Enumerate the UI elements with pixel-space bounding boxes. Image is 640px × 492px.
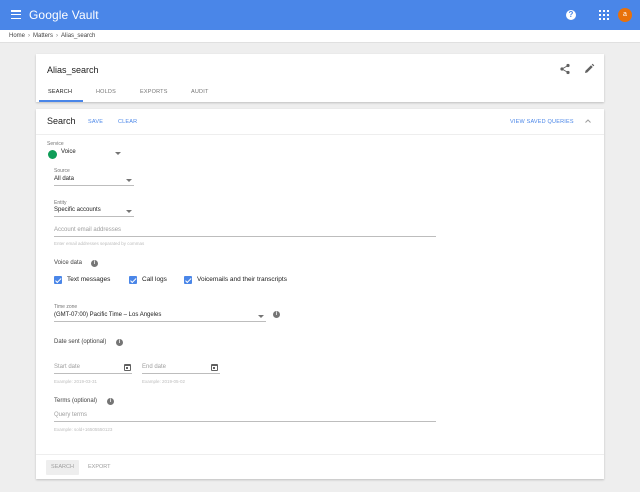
search-card: Search SAVE CLEAR VIEW SAVED QUERIES Ser… — [36, 109, 604, 479]
start-date-hint: Example: 2019-03-31 — [54, 379, 98, 384]
service-select[interactable]: Voice — [61, 149, 123, 159]
calendar-icon[interactable] — [211, 364, 218, 371]
query-terms-hint: Example: sold+16505550123 — [54, 427, 113, 432]
account-email-hint: Enter email addresses separated by comma… — [54, 241, 145, 246]
terms-label: Terms (optional) — [54, 398, 98, 404]
account-email-input[interactable]: Account email addresses — [54, 227, 436, 237]
end-date-hint: Example: 2019-05-02 — [142, 379, 186, 384]
active-tab-indicator — [39, 100, 83, 102]
dropdown-caret-icon — [115, 152, 121, 155]
top-app-bar: Google Vault ? a — [0, 0, 640, 30]
breadcrumb-home[interactable]: Home — [9, 33, 25, 39]
time-zone-label: Time zone — [54, 304, 78, 310]
tab-exports[interactable]: EXPORTS — [140, 89, 168, 95]
service-value: Voice — [61, 149, 76, 155]
tab-holds[interactable]: HOLDS — [96, 89, 116, 95]
text-messages-label[interactable]: Text messages — [67, 276, 110, 283]
matter-card: Alias_search SEARCH HOLDS EXPORTS AUDIT — [36, 54, 604, 102]
start-date-input[interactable]: Start date — [54, 364, 132, 374]
matter-title: Alias_search — [47, 65, 99, 75]
service-label: Service — [47, 141, 64, 147]
phone-icon — [48, 150, 57, 159]
info-icon[interactable]: i — [91, 260, 98, 267]
source-select[interactable]: All data — [54, 176, 134, 186]
end-date-input[interactable]: End date — [142, 364, 220, 374]
call-logs-label[interactable]: Call logs — [142, 276, 167, 283]
menu-icon[interactable] — [11, 10, 21, 20]
voicemails-label[interactable]: Voicemails and their transcripts — [197, 276, 287, 283]
voice-data-label: Voice data — [54, 260, 83, 266]
info-icon[interactable]: i — [116, 339, 123, 346]
date-sent-label: Date sent (optional) — [54, 339, 107, 345]
search-header: Search SAVE CLEAR VIEW SAVED QUERIES — [36, 109, 604, 135]
search-button[interactable]: SEARCH — [46, 460, 79, 475]
time-zone-select[interactable]: (GMT-07:00) Pacific Time – Los Angeles — [54, 312, 266, 322]
export-button[interactable]: EXPORT — [88, 460, 111, 475]
search-title: Search — [47, 116, 76, 126]
breadcrumb-current: Alias_search — [61, 33, 96, 39]
share-icon[interactable] — [559, 63, 571, 75]
dropdown-caret-icon — [126, 210, 132, 213]
info-icon[interactable]: i — [273, 311, 280, 318]
edit-icon[interactable] — [583, 63, 595, 75]
source-value: All data — [54, 176, 75, 182]
query-terms-input[interactable]: Query terms — [54, 412, 436, 422]
breadcrumb-matters[interactable]: Matters — [33, 33, 53, 39]
clear-button[interactable]: CLEAR — [118, 119, 137, 125]
matter-tabs: SEARCH HOLDS EXPORTS AUDIT — [36, 82, 604, 102]
entity-label: Entity — [54, 200, 67, 206]
voicemails-checkbox[interactable] — [184, 276, 192, 284]
tab-audit[interactable]: AUDIT — [191, 89, 209, 95]
chevron-up-icon[interactable] — [584, 117, 592, 125]
source-label: Source — [54, 168, 70, 174]
breadcrumb: Home › Matters › Alias_search — [0, 30, 640, 43]
call-logs-checkbox[interactable] — [129, 276, 137, 284]
text-messages-checkbox[interactable] — [54, 276, 62, 284]
view-saved-queries-button[interactable]: VIEW SAVED QUERIES — [510, 119, 574, 125]
dropdown-caret-icon — [126, 179, 132, 182]
search-footer: SEARCH EXPORT — [36, 454, 604, 479]
save-button[interactable]: SAVE — [88, 119, 103, 125]
chevron-right-icon: › — [28, 33, 31, 39]
help-icon[interactable]: ? — [566, 10, 576, 20]
avatar[interactable]: a — [618, 8, 632, 22]
info-icon[interactable]: i — [107, 398, 114, 405]
chevron-right-icon: › — [56, 33, 59, 39]
dropdown-caret-icon — [258, 315, 264, 318]
entity-value: Specific accounts — [54, 207, 101, 213]
calendar-icon[interactable] — [124, 364, 131, 371]
tab-search[interactable]: SEARCH — [48, 89, 72, 95]
apps-icon[interactable] — [599, 10, 609, 20]
time-zone-value: (GMT-07:00) Pacific Time – Los Angeles — [54, 312, 162, 318]
entity-select[interactable]: Specific accounts — [54, 207, 134, 217]
app-title[interactable]: Google Vault — [29, 8, 99, 22]
